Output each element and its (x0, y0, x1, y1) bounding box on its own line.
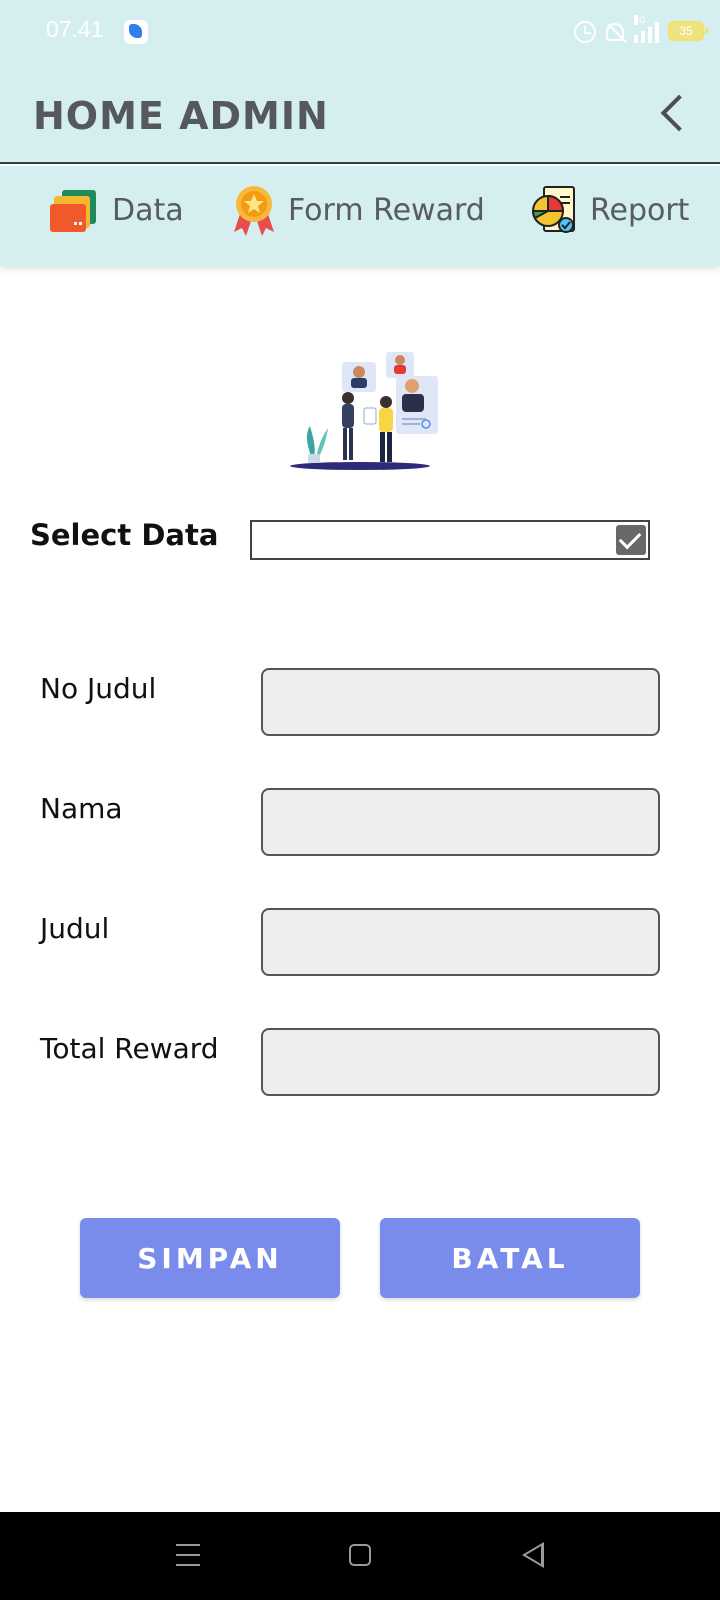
menu-icon[interactable] (176, 1544, 200, 1566)
total-reward-input[interactable] (261, 1028, 660, 1096)
select-data-label: Select Data (30, 518, 219, 552)
judul-input[interactable] (261, 908, 660, 976)
battery-level: 35 (679, 24, 693, 38)
network-type-label: 4G (634, 15, 647, 25)
nav-label-data: Data (112, 192, 184, 228)
award-medal-icon (234, 186, 274, 236)
alarm-icon (574, 21, 596, 43)
checkbox-icon[interactable] (616, 525, 646, 555)
judul-label: Judul (40, 912, 110, 945)
status-bar: 07.41 4G 35 (0, 0, 720, 64)
system-nav-bar (0, 1512, 720, 1600)
nav-item-report[interactable]: Report (530, 184, 689, 236)
total-reward-label: Total Reward (40, 1032, 219, 1065)
no-judul-label: No Judul (40, 672, 157, 705)
nav-item-form-reward[interactable]: Form Reward (232, 184, 485, 236)
signal-icon: 4G (634, 15, 664, 43)
report-chart-icon (531, 186, 575, 233)
app-notification-icon (124, 20, 148, 44)
battery-icon: 35 (668, 21, 708, 41)
back-button[interactable] (654, 92, 694, 136)
nav-label-form-reward: Form Reward (288, 192, 485, 228)
no-judul-input[interactable] (261, 668, 660, 736)
nav-label-report: Report (590, 192, 690, 228)
back-triangle-icon[interactable] (522, 1542, 544, 1568)
app-bar: HOME ADMIN (0, 64, 720, 164)
nama-label: Nama (40, 792, 123, 825)
team-illustration (290, 352, 438, 470)
save-button[interactable]: SIMPAN (80, 1218, 340, 1298)
home-icon[interactable] (349, 1544, 371, 1566)
nama-input[interactable] (261, 788, 660, 856)
page-title: HOME ADMIN (33, 94, 329, 138)
folder-icon (50, 190, 96, 232)
top-nav: Data Form Reward Report (0, 166, 720, 266)
nav-item-data[interactable]: Data (48, 184, 184, 236)
status-icons: 4G (574, 15, 664, 44)
cancel-button[interactable]: BATAL (380, 1218, 640, 1298)
status-time: 07.41 (46, 16, 104, 42)
select-data-dropdown[interactable] (250, 520, 650, 560)
bell-muted-icon (606, 23, 624, 41)
